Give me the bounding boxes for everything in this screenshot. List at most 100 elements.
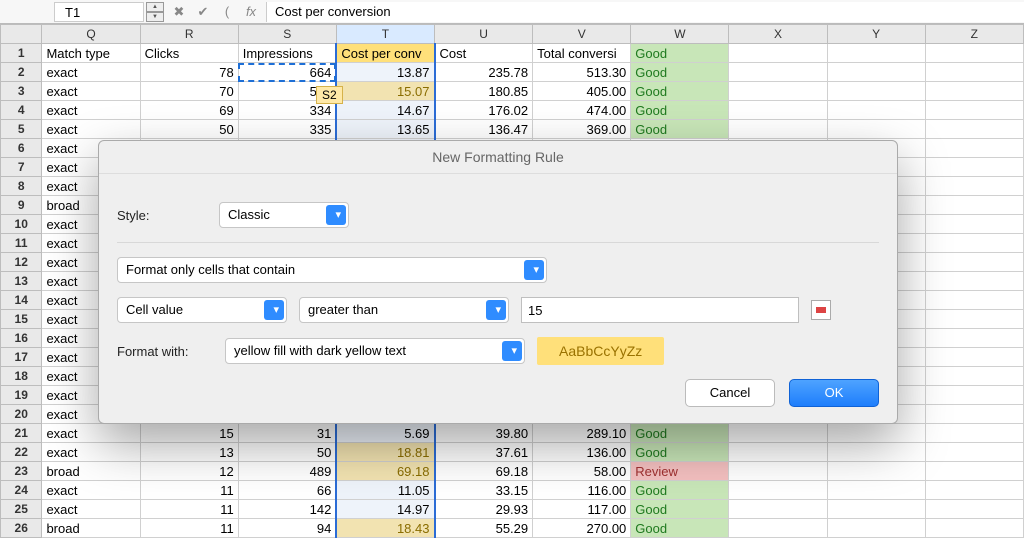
cell-21-R[interactable]: 15 <box>140 424 238 443</box>
cell-3-V[interactable]: 405.00 <box>533 82 631 101</box>
cell-11-Z[interactable] <box>925 234 1023 253</box>
confirm-edit-icon[interactable]: ✔ <box>194 4 212 20</box>
cell-24-Q[interactable]: exact <box>42 481 140 500</box>
row-header-17[interactable]: 17 <box>1 348 42 367</box>
cell-5-X[interactable] <box>729 120 827 139</box>
cell-26-V[interactable]: 270.00 <box>533 519 631 538</box>
cell-2-T[interactable]: 13.87 <box>336 63 434 82</box>
cell-18-Z[interactable] <box>925 367 1023 386</box>
col-header-T[interactable]: T <box>336 25 434 44</box>
cell-21-V[interactable]: 289.10 <box>533 424 631 443</box>
row-header-1[interactable]: 1 <box>1 44 42 63</box>
cell-22-W[interactable]: Good <box>631 443 729 462</box>
cancel-edit-icon[interactable]: ✖ <box>170 4 188 20</box>
cell-2-Y[interactable] <box>827 63 925 82</box>
cell-19-Z[interactable] <box>925 386 1023 405</box>
row-header-21[interactable]: 21 <box>1 424 42 443</box>
cell-22-S[interactable]: 50 <box>238 443 336 462</box>
row-header-26[interactable]: 26 <box>1 519 42 538</box>
cell-26-X[interactable] <box>729 519 827 538</box>
cell-5-Y[interactable] <box>827 120 925 139</box>
cell-24-W[interactable]: Good <box>631 481 729 500</box>
cell-24-Z[interactable] <box>925 481 1023 500</box>
cell-2-W[interactable]: Good <box>631 63 729 82</box>
cell-22-U[interactable]: 37.61 <box>435 443 533 462</box>
cell-24-T[interactable]: 11.05 <box>336 481 434 500</box>
cell-24-R[interactable]: 11 <box>140 481 238 500</box>
row-header-9[interactable]: 9 <box>1 196 42 215</box>
cell-14-Z[interactable] <box>925 291 1023 310</box>
cell-7-Z[interactable] <box>925 158 1023 177</box>
cell-20-Z[interactable] <box>925 405 1023 424</box>
cell-2-V[interactable]: 513.30 <box>533 63 631 82</box>
cell-21-Z[interactable] <box>925 424 1023 443</box>
cell-5-U[interactable]: 136.47 <box>435 120 533 139</box>
cell-3-X[interactable] <box>729 82 827 101</box>
cell-4-U[interactable]: 176.02 <box>435 101 533 120</box>
rule-type-select[interactable]: Format only cells that contain <box>117 257 547 283</box>
cell-25-S[interactable]: 142 <box>238 500 336 519</box>
cell-26-R[interactable]: 11 <box>140 519 238 538</box>
cell-25-X[interactable] <box>729 500 827 519</box>
cell-24-S[interactable]: 66 <box>238 481 336 500</box>
cell-1-V[interactable]: Total conversi <box>533 44 631 63</box>
cell-24-Y[interactable] <box>827 481 925 500</box>
cell-26-T[interactable]: 18.43 <box>336 519 434 538</box>
cell-15-Z[interactable] <box>925 310 1023 329</box>
cell-2-S[interactable]: 664 <box>238 63 336 82</box>
col-header-Y[interactable]: Y <box>827 25 925 44</box>
row-header-19[interactable]: 19 <box>1 386 42 405</box>
cell-2-Q[interactable]: exact <box>42 63 140 82</box>
row-header-22[interactable]: 22 <box>1 443 42 462</box>
cell-1-T[interactable]: Cost per conv <box>336 44 434 63</box>
cell-22-R[interactable]: 13 <box>140 443 238 462</box>
cell-5-S[interactable]: 335 <box>238 120 336 139</box>
cell-23-R[interactable]: 12 <box>140 462 238 481</box>
cell-25-T[interactable]: 14.97 <box>336 500 434 519</box>
cell-21-Y[interactable] <box>827 424 925 443</box>
row-header-4[interactable]: 4 <box>1 101 42 120</box>
cell-23-X[interactable] <box>729 462 827 481</box>
cell-1-U[interactable]: Cost <box>435 44 533 63</box>
cell-3-Y[interactable] <box>827 82 925 101</box>
col-header-V[interactable]: V <box>533 25 631 44</box>
cell-10-Z[interactable] <box>925 215 1023 234</box>
cell-22-Q[interactable]: exact <box>42 443 140 462</box>
cell-21-W[interactable]: Good <box>631 424 729 443</box>
cell-4-Y[interactable] <box>827 101 925 120</box>
cell-4-W[interactable]: Good <box>631 101 729 120</box>
formula-bar[interactable]: Cost per conversion <box>266 2 1024 22</box>
row-header-13[interactable]: 13 <box>1 272 42 291</box>
cell-23-Q[interactable]: broad <box>42 462 140 481</box>
row-header-8[interactable]: 8 <box>1 177 42 196</box>
condition-subject-select[interactable]: Cell value <box>117 297 287 323</box>
col-header-S[interactable]: S <box>238 25 336 44</box>
cell-4-Z[interactable] <box>925 101 1023 120</box>
col-header-R[interactable]: R <box>140 25 238 44</box>
cell-1-X[interactable] <box>729 44 827 63</box>
row-header-11[interactable]: 11 <box>1 234 42 253</box>
format-with-select[interactable]: yellow fill with dark yellow text <box>225 338 525 364</box>
namebox-stepper[interactable]: ▲▼ <box>146 2 164 22</box>
cell-25-V[interactable]: 117.00 <box>533 500 631 519</box>
row-header-2[interactable]: 2 <box>1 63 42 82</box>
cell-25-Q[interactable]: exact <box>42 500 140 519</box>
cell-3-W[interactable]: Good <box>631 82 729 101</box>
cell-21-T[interactable]: 5.69 <box>336 424 434 443</box>
cell-26-Q[interactable]: broad <box>42 519 140 538</box>
cell-23-S[interactable]: 489 <box>238 462 336 481</box>
condition-operator-select[interactable]: greater than <box>299 297 509 323</box>
cell-3-R[interactable]: 70 <box>140 82 238 101</box>
row-header-6[interactable]: 6 <box>1 139 42 158</box>
cell-1-Y[interactable] <box>827 44 925 63</box>
cell-6-Z[interactable] <box>925 139 1023 158</box>
cell-24-V[interactable]: 116.00 <box>533 481 631 500</box>
row-header-14[interactable]: 14 <box>1 291 42 310</box>
cell-9-Z[interactable] <box>925 196 1023 215</box>
cell-5-R[interactable]: 50 <box>140 120 238 139</box>
cell-16-Z[interactable] <box>925 329 1023 348</box>
cell-12-Z[interactable] <box>925 253 1023 272</box>
cell-1-R[interactable]: Clicks <box>140 44 238 63</box>
cell-1-Q[interactable]: Match type <box>42 44 140 63</box>
cell-1-W[interactable]: Good <box>631 44 729 63</box>
